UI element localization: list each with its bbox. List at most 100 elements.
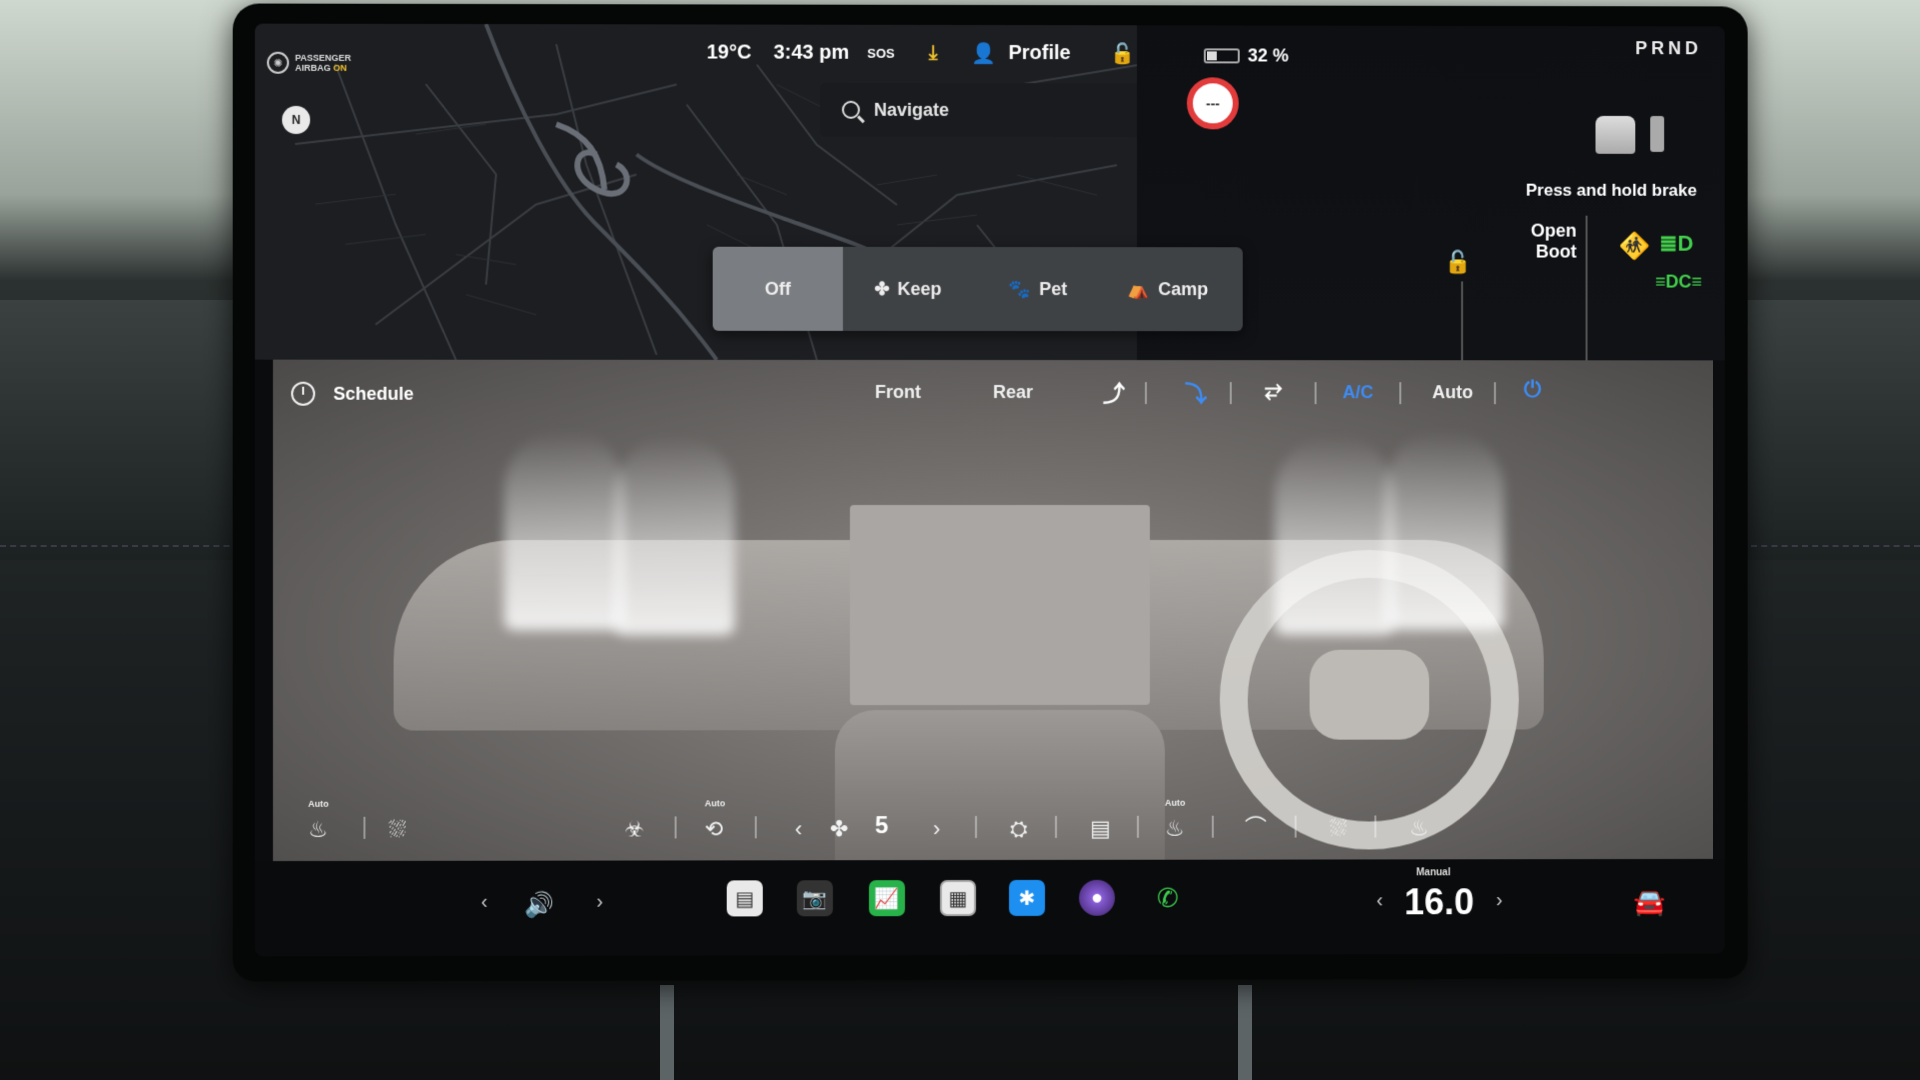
- speed-limit-sign: ---: [1186, 77, 1239, 130]
- controls-divider: [363, 816, 366, 839]
- temp-increase-button[interactable]: ›: [1496, 889, 1503, 912]
- keep-option-off[interactable]: Off: [712, 246, 843, 331]
- toolbar-divider: [1314, 382, 1317, 405]
- camera-app-icon[interactable]: 📷: [796, 880, 833, 917]
- recirculate-icon[interactable]: ⟲: [705, 816, 723, 842]
- airflow-right-1[interactable]: [1274, 435, 1395, 635]
- airflow-face-icon[interactable]: ⤴: [1103, 376, 1125, 408]
- seat-heater-right-icon[interactable]: ♨: [1409, 815, 1429, 841]
- side-lights-icon: ≡DC≡: [1655, 271, 1702, 292]
- open-boot-label-1: Open: [1530, 220, 1577, 241]
- open-boot-button[interactable]: Open Boot: [1531, 221, 1577, 263]
- profile-button[interactable]: Profile: [1008, 42, 1070, 65]
- airbag-state: ON: [333, 62, 347, 73]
- phone-app-icon[interactable]: ✆: [1150, 880, 1186, 916]
- climate-panel: Schedule Front Rear ⤴ ⤵ ⥂ A/C Auto ⏻ Aut…: [272, 359, 1713, 862]
- climate-keep-selector: Off ✤ Keep 🐾 Pet ⛺ Camp: [712, 246, 1243, 332]
- fan-icon-bottom: ✤: [829, 816, 849, 842]
- controls-divider: [1054, 815, 1057, 838]
- front-defrost-icon[interactable]: ⛭: [1010, 816, 1028, 842]
- wiper-defrost-icon[interactable]: ⌒: [1245, 810, 1267, 842]
- tent-icon: ⛺: [1127, 278, 1151, 299]
- auto-button[interactable]: Auto: [1432, 382, 1473, 403]
- fan-speed-value: 5: [874, 812, 889, 840]
- dashcam-app-icon[interactable]: ●: [1078, 879, 1115, 916]
- boot-divider: [1585, 215, 1588, 361]
- temp-decrease-button[interactable]: ‹: [1376, 889, 1383, 912]
- status-bar: 19°C 3:43 pm SOS ⤓ 👤 Profile 🔓: [707, 40, 1136, 66]
- outside-temperature: 19°C: [706, 41, 752, 64]
- battery-icon: [1203, 48, 1240, 64]
- controls-divider: [674, 816, 677, 839]
- seat-heater-left-icon[interactable]: ♨: [308, 817, 328, 843]
- navigate-search[interactable]: Navigate: [819, 82, 1137, 138]
- fan-icon: ✤: [874, 278, 890, 299]
- seat-vent-left-icon[interactable]: ⛆: [389, 817, 407, 843]
- energy-app-icon[interactable]: 📈: [868, 880, 905, 917]
- frunk-divider: [1461, 281, 1464, 362]
- cabin-mode-label: Manual: [1416, 867, 1451, 879]
- rear-defrost-icon[interactable]: ▤: [1090, 816, 1111, 842]
- climate-controls-bar: Auto ♨ ⛆ ☣ Auto ⟲ ‹ ✤ 5 › ⛭ ▤ Auto ♨ ⌒ ⛆…: [273, 789, 1713, 861]
- sos-icon[interactable]: SOS: [867, 46, 894, 61]
- airflow-left-1[interactable]: [504, 429, 625, 631]
- toolbar-divider: [1493, 382, 1496, 405]
- compass-button[interactable]: N: [282, 105, 311, 135]
- volume-increase-button[interactable]: ›: [596, 891, 603, 914]
- toolbar-divider: [1399, 382, 1402, 405]
- controls-divider: [1211, 815, 1214, 838]
- controls-divider: [974, 816, 977, 839]
- seat-back-icon: [1650, 116, 1665, 152]
- car-icon[interactable]: 🚘: [1633, 887, 1665, 918]
- navigate-label: Navigate: [873, 99, 950, 120]
- controls-divider: [754, 816, 757, 839]
- ac-button[interactable]: A/C: [1342, 382, 1373, 403]
- steering-heat-icon[interactable]: ♨: [1165, 816, 1185, 842]
- controls-divider: [1294, 815, 1297, 838]
- seat-vent-right-icon[interactable]: ⛆: [1330, 816, 1348, 842]
- notepad-app-icon[interactable]: ▤: [726, 880, 763, 917]
- tab-front[interactable]: Front: [875, 382, 921, 403]
- airbag-label: PASSENGER: [295, 52, 352, 63]
- airflow-left-2[interactable]: [614, 434, 735, 636]
- passenger-airbag-indicator: ✺ PASSENGER AIRBAG ON: [266, 51, 352, 74]
- climate-toolbar: Schedule Front Rear ⤴ ⤵ ⥂ A/C Auto ⏻: [273, 360, 1713, 421]
- lock-icon[interactable]: 🔓: [1111, 41, 1136, 66]
- controls-divider: [1374, 815, 1377, 838]
- tab-rear[interactable]: Rear: [993, 382, 1033, 403]
- toolbar-divider: [1144, 382, 1147, 405]
- steering-hub-render: [1309, 649, 1430, 740]
- schedule-label: Schedule: [333, 383, 414, 404]
- profile-icon[interactable]: 👤: [972, 41, 997, 66]
- clock-icon: [291, 381, 316, 406]
- keep-option-pet[interactable]: 🐾 Pet: [973, 247, 1103, 331]
- keep-option-keep[interactable]: ✤ Keep: [843, 247, 973, 331]
- schedule-button[interactable]: Schedule: [291, 381, 414, 406]
- gear-selector[interactable]: PRND: [1635, 38, 1702, 59]
- bioweapon-defense-icon[interactable]: ☣: [624, 816, 644, 842]
- open-boot-label-2: Boot: [1535, 241, 1577, 262]
- frunk-unlock-icon[interactable]: 🔓: [1444, 249, 1471, 275]
- airflow-right-2[interactable]: [1384, 430, 1504, 630]
- seat-icon: [1595, 115, 1636, 154]
- cabin-temperature[interactable]: 16.0: [1404, 881, 1474, 923]
- toybox-app-icon[interactable]: ▦: [939, 880, 976, 917]
- fan-decrease-button[interactable]: ‹: [795, 816, 802, 842]
- volume-decrease-button[interactable]: ‹: [481, 891, 488, 914]
- volume-icon[interactable]: 🔊: [524, 891, 554, 920]
- low-beam-icon: ≣D: [1659, 230, 1694, 256]
- airflow-feet-icon[interactable]: ⤵: [1185, 376, 1207, 408]
- cabin-screen-render: [849, 504, 1150, 706]
- fan-increase-button[interactable]: ›: [933, 816, 940, 842]
- airbag-icon: ✺: [266, 51, 290, 74]
- dashboard-left: [0, 300, 270, 560]
- toolbar-divider: [1229, 382, 1232, 405]
- airflow-split-icon[interactable]: ⥂: [1265, 376, 1283, 402]
- seat-heat-auto-label: Auto: [308, 798, 329, 809]
- keep-option-camp[interactable]: ⛺ Camp: [1103, 247, 1233, 331]
- display-stand-left: [660, 985, 674, 1080]
- brake-hint: Press and hold brake: [1525, 180, 1697, 200]
- power-icon[interactable]: ⏻: [1524, 376, 1541, 402]
- bluetooth-app-icon[interactable]: ✱: [1008, 879, 1045, 916]
- download-icon[interactable]: ⤓: [929, 42, 938, 65]
